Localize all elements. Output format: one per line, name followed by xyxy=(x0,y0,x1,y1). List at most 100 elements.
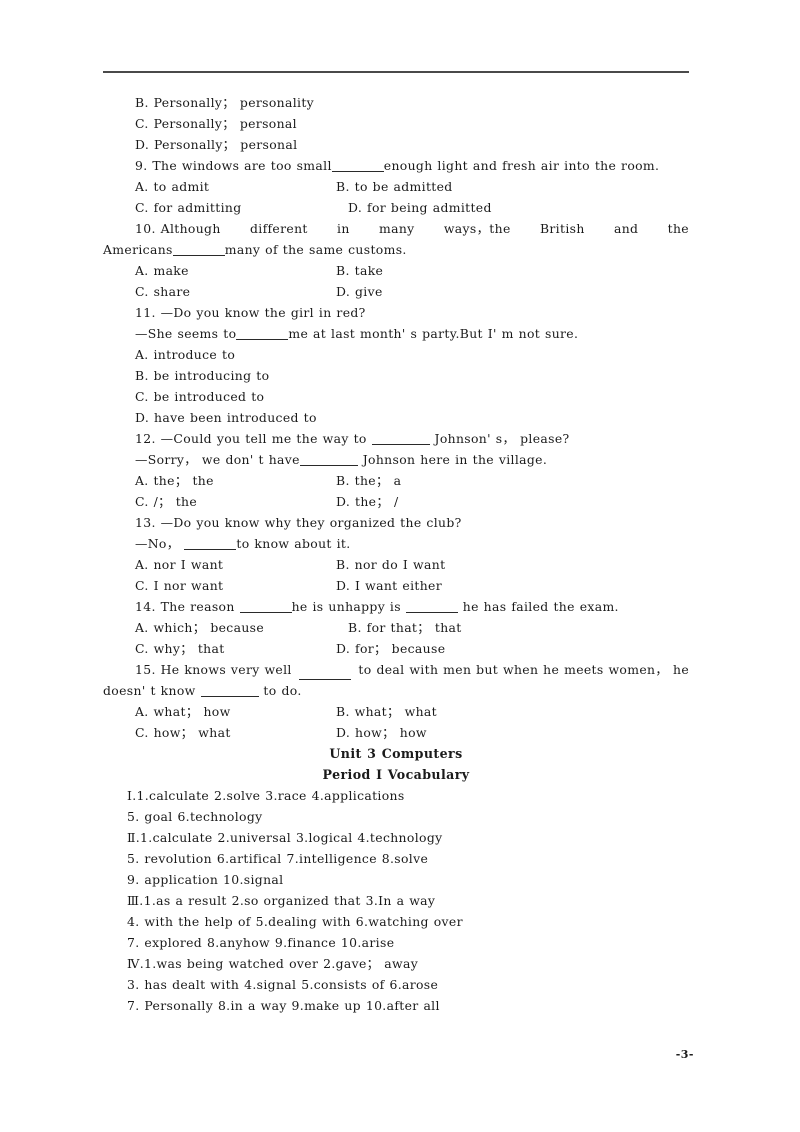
question-10-options-row-2: C. share D. give xyxy=(103,281,689,302)
option-a: A. what； how xyxy=(135,704,231,719)
question-12-stem-line-1: 12. —Could you tell me the way to Johnso… xyxy=(103,428,689,449)
question-10-stem-head: Americans xyxy=(103,242,173,257)
question-13-reply-tail: to know about it. xyxy=(236,536,351,551)
question-11-stem-line-2: —She seems to me at last month' s party.B… xyxy=(103,323,689,344)
option-d: D. give xyxy=(336,284,383,299)
document-body: B. Personally； personality C. Personally… xyxy=(103,92,689,1016)
option-d: D. the； / xyxy=(336,494,399,509)
question-15-options-row-1: A. what； how B. what； what xyxy=(103,701,689,722)
option-a: A. make xyxy=(135,263,189,278)
document-page: B. Personally； personality C. Personally… xyxy=(0,0,800,1132)
answer-key-line: 7. Personally 8.in a way 9.make up 10.af… xyxy=(127,998,440,1013)
word: British xyxy=(539,221,585,236)
question-15-stem-tail: to deal with men but when he meets women… xyxy=(358,662,689,677)
option-a: A. the； the xyxy=(135,473,214,488)
answer-key-line: 9. application 10.signal xyxy=(127,872,284,887)
answer-key-line: Ⅲ.1.as a result 2.so organized that 3.In… xyxy=(127,893,436,908)
option-d: D. for； because xyxy=(336,641,446,656)
question-14-options-row-2: C. why； that D. for； because xyxy=(103,638,689,659)
question-15-line2-head: doesn' t know xyxy=(103,683,201,698)
period-title: Period Ⅰ Vocabulary xyxy=(322,767,470,782)
option-line: B. Personally； personality xyxy=(135,95,315,110)
question-9-options-row-2: C. for admitting D. for being admitted xyxy=(103,197,689,218)
option-c: C. be introduced to xyxy=(135,389,265,404)
option-line: C. Personally； personal xyxy=(135,116,297,131)
option-d: D. for being admitted xyxy=(348,200,492,215)
question-10-stem-line-2: Americans many of the same customs. xyxy=(103,239,689,260)
question-12-reply-head: —Sorry， we don' t have xyxy=(135,452,300,467)
question-12-reply-tail: Johnson here in the village. xyxy=(357,452,548,467)
answer-blank xyxy=(172,255,225,256)
option-c: C. I nor want xyxy=(135,578,224,593)
option-a: A. nor I want xyxy=(135,557,224,572)
question-13-stem-line-2: —No， to know about it. xyxy=(103,533,689,554)
option-c: C. how； what xyxy=(135,725,231,740)
answer-blank xyxy=(371,444,430,445)
question-13-options-row-1: A. nor I want B. nor do I want xyxy=(103,554,689,575)
question-10-stem-tail: many of the same customs. xyxy=(224,242,407,257)
option-c: C. for admitting xyxy=(135,200,242,215)
word: 10. Although xyxy=(135,221,221,236)
unit-title: Unit 3 Computers xyxy=(329,746,463,761)
question-14-stem: 14. The reason he is unhappy is he has f… xyxy=(103,596,689,617)
question-11-stem-line-1: 11. —Do you know the girl in red? xyxy=(135,305,366,320)
question-13-stem-line-1: 13. —Do you know why they organized the … xyxy=(135,515,462,530)
option-c: C. /； the xyxy=(135,494,198,509)
question-14-stem-mid: he is unhappy is xyxy=(291,599,406,614)
option-b: B. to be admitted xyxy=(336,179,453,194)
option-a: A. which； because xyxy=(135,620,265,635)
question-11-stem-head: —She seems to xyxy=(135,326,237,341)
question-9-stem: 9. The windows are too small enough light… xyxy=(103,155,689,176)
answer-blank xyxy=(184,549,237,550)
answer-blank xyxy=(299,465,358,466)
question-9-stem-head: 9. The windows are too small xyxy=(135,158,332,173)
question-13-reply-head: —No， xyxy=(135,536,185,551)
answer-blank xyxy=(405,612,458,613)
question-12-stem-line-2: —Sorry， we don' t have Johnson here in t… xyxy=(103,449,689,470)
question-12-options-row-1: A. the； the B. the； a xyxy=(103,470,689,491)
answer-blank xyxy=(299,659,352,680)
option-c: C. share xyxy=(135,284,191,299)
option-d: D. how； how xyxy=(336,725,427,740)
question-9-options-row-1: A. to admit B. to be admitted xyxy=(103,176,689,197)
option-d: D. have been introduced to xyxy=(135,410,317,425)
option-a: A. to admit xyxy=(135,179,210,194)
answer-blank xyxy=(239,612,292,613)
answer-key-line: 5. goal 6.technology xyxy=(127,809,263,824)
question-14-stem-head: 14. The reason xyxy=(135,599,240,614)
page-number: -3- xyxy=(675,1048,694,1061)
question-10-stem-line-1: 10. Although different in many ways，the … xyxy=(103,218,689,239)
answer-blank xyxy=(200,696,259,697)
option-line: D. Personally； personal xyxy=(135,137,298,152)
question-12-stem-tail: Johnson' s， please? xyxy=(429,431,570,446)
question-15-line2-tail: to do. xyxy=(258,683,302,698)
answer-key-line: Ⅱ.1.calculate 2.universal 3.logical 4.te… xyxy=(127,830,443,845)
question-9-stem-tail: enough light and fresh air into the room… xyxy=(383,158,660,173)
answer-key-line: 3. has dealt with 4.signal 5.consists of… xyxy=(127,977,439,992)
question-15-options-row-2: C. how； what D. how； how xyxy=(103,722,689,743)
option-a: A. introduce to xyxy=(135,347,236,362)
question-12-stem-head: 12. —Could you tell me the way to xyxy=(135,431,372,446)
word: ways，the xyxy=(443,221,511,236)
answer-blank xyxy=(236,339,289,340)
option-b: B. take xyxy=(336,263,384,278)
word: many xyxy=(378,221,415,236)
question-14-options-row-1: A. which； because B. for that； that xyxy=(103,617,689,638)
option-b: B. what； what xyxy=(336,704,437,719)
option-c: C. why； that xyxy=(135,641,225,656)
question-15-stem-head: 15. He knows very well xyxy=(135,662,292,677)
option-b: B. for that； that xyxy=(348,620,462,635)
answer-key-line: 7. explored 8.anyhow 9.finance 10.arise xyxy=(127,935,395,950)
question-12-options-row-2: C. /； the D. the； / xyxy=(103,491,689,512)
option-b: B. the； a xyxy=(336,473,402,488)
answer-key-line: Ⅳ.1.was being watched over 2.gave； away xyxy=(127,956,419,971)
question-15-stem-line-1: 15. He knows very well to deal with men b… xyxy=(103,659,689,680)
word: the xyxy=(667,221,689,236)
question-13-options-row-2: C. I nor want D. I want either xyxy=(103,575,689,596)
word: and xyxy=(613,221,639,236)
question-10-options-row-1: A. make B. take xyxy=(103,260,689,281)
answer-key-line: 5. revolution 6.artifical 7.intelligence… xyxy=(127,851,429,866)
answer-blank xyxy=(331,171,384,172)
answer-key-line: Ⅰ.1.calculate 2.solve 3.race 4.applicati… xyxy=(127,788,405,803)
header-divider-rule xyxy=(103,71,689,73)
